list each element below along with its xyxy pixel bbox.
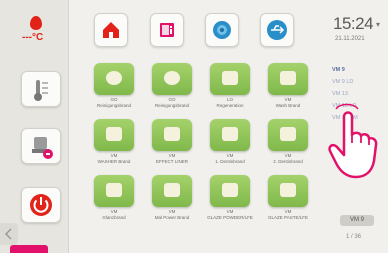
program-tile[interactable]	[94, 63, 134, 95]
back-arrow[interactable]	[0, 223, 18, 245]
home-button[interactable]	[94, 13, 128, 47]
tooth-icon	[222, 127, 238, 141]
tooth-icon	[280, 127, 296, 141]
tooth-icon	[222, 183, 238, 197]
clock-date: 21.11.2021	[335, 36, 365, 42]
furnace-icon	[32, 137, 53, 159]
tile-caption: VM WASHER Brand	[97, 153, 131, 164]
temperature-settings-button[interactable]	[21, 71, 61, 107]
temperature-value: ---°C	[22, 32, 44, 43]
pointing-hand-icon	[328, 103, 378, 179]
tile-caption: VM EFFECT LINER	[156, 153, 188, 164]
program-button[interactable]	[205, 13, 239, 47]
usb-icon	[267, 20, 287, 40]
clock-time: 15:24	[333, 14, 374, 33]
program-tile[interactable]	[210, 63, 250, 95]
program-tile[interactable]	[210, 175, 250, 207]
program-tile[interactable]	[210, 119, 250, 151]
info-document-icon	[160, 23, 174, 37]
list-item[interactable]: VM 9 LD	[332, 76, 384, 88]
program-tile[interactable]	[152, 63, 192, 95]
furnace-head-button[interactable]	[21, 128, 61, 164]
power-button[interactable]	[21, 187, 61, 223]
program-tile[interactable]	[152, 175, 192, 207]
tile-caption: VM Wash Brand	[275, 97, 301, 108]
temperature-indicator: ---°C	[20, 16, 54, 46]
program-disk-icon	[213, 21, 231, 39]
list-item[interactable]: VM 9	[332, 64, 384, 76]
program-tile[interactable]	[268, 63, 308, 95]
tile-caption: VM GLAZE PASTE/LFE	[268, 209, 308, 220]
tile-caption: VM 2. Dentinbrand	[273, 153, 303, 164]
tile-caption: VM GLAZE POWDER/LFE	[207, 209, 253, 220]
chevron-down-icon[interactable]: ▾	[376, 20, 380, 29]
tile-caption: VM Mal Power Brand	[154, 209, 190, 220]
program-tile[interactable]	[268, 175, 308, 207]
flame-icon	[30, 16, 42, 30]
program-tile[interactable]	[152, 119, 192, 151]
tooth-icon	[280, 183, 296, 197]
home-icon	[103, 22, 119, 38]
page-indicator: 1 / 36	[346, 234, 362, 240]
tray-icon	[164, 71, 180, 85]
power-icon	[30, 194, 52, 216]
list-item[interactable]	[332, 184, 384, 196]
tile-caption: LO Regeneration	[216, 97, 244, 108]
chevron-left-icon	[4, 228, 12, 240]
tooth-icon	[280, 71, 296, 85]
tile-caption: GO Reinigungsbrand	[154, 97, 190, 108]
list-item[interactable]	[332, 196, 384, 208]
tile-caption: GO Reinigungsbrand	[96, 97, 132, 108]
tooth-icon	[106, 127, 122, 141]
tooth-icon	[106, 183, 122, 197]
tile-caption: VM 1. Dentinbrand	[215, 153, 245, 164]
tooth-icon	[164, 127, 180, 141]
tooth-icon	[222, 71, 238, 85]
left-sidebar: ---°C	[0, 0, 69, 253]
furnace-screen: ---°C 15:24 21.11.2021 ▾ GO Reinigungsbr…	[0, 0, 388, 253]
tray-icon	[106, 71, 122, 85]
thermometer-scale-icon	[34, 80, 48, 101]
program-select-button[interactable]: VM 9	[340, 215, 374, 226]
program-grid: GO Reinigungsbrand GO Reinigungsbrand LO Re…	[87, 63, 319, 243]
program-tile[interactable]	[94, 175, 134, 207]
tooth-icon	[164, 183, 180, 197]
pink-tab[interactable]	[10, 245, 48, 253]
program-tile[interactable]	[94, 119, 134, 151]
program-tile[interactable]	[268, 119, 308, 151]
usb-button[interactable]	[260, 13, 294, 47]
tile-caption: VM Glanzbrand	[102, 209, 126, 220]
info-button[interactable]	[150, 13, 184, 47]
